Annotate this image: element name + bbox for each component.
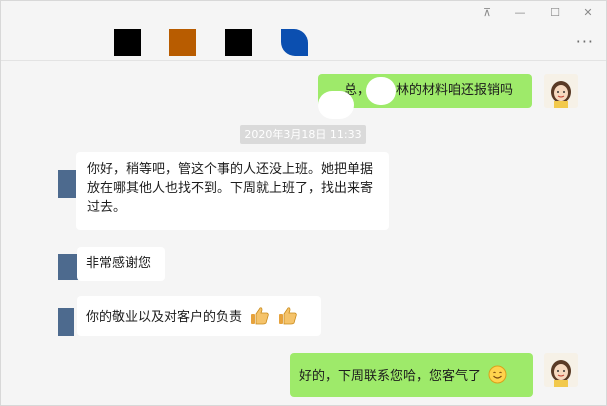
message-bubble-incoming[interactable]: 你的敬业以及对客户的负责 — [77, 296, 321, 336]
message-list[interactable]: 总， 林的材料咱还报销吗 2020年3月18日 11:33 你好，稍等吧，管这个… — [1, 62, 606, 405]
message-text: 你的敬业以及对客户的负责 — [86, 310, 243, 325]
maximize-icon[interactable]: ☐ — [543, 5, 567, 21]
message-text: 你好，稍等吧，管这个事的人还没上班。她把单据放在哪其他人也找不到。下周就上班了，… — [87, 162, 374, 215]
avatar[interactable] — [544, 74, 578, 108]
timestamp: 2020年3月18日 11:33 — [240, 125, 366, 144]
message-bubble-incoming[interactable]: 非常感谢您 — [77, 247, 165, 281]
avatar-girl-icon — [544, 74, 578, 108]
message-bubble-outgoing[interactable]: 总， 林的材料咱还报销吗 — [318, 74, 532, 119]
redacted-name-block — [318, 91, 354, 119]
message-bubble-incoming[interactable]: 你好，稍等吧，管这个事的人还没上班。她把单据放在哪其他人也找不到。下周就上班了，… — [76, 152, 389, 230]
redacted-name-block — [27, 154, 73, 246]
close-icon[interactable]: ✕ — [576, 5, 600, 21]
redacted-name-block — [366, 77, 396, 105]
pin-icon[interactable]: ⊼ — [475, 5, 499, 21]
thumbs-up-icon — [279, 307, 298, 325]
redacted-contact-block — [281, 29, 308, 56]
thumbs-up-icon — [251, 307, 269, 325]
avatar-girl-icon — [544, 353, 578, 387]
redacted-contact-block — [225, 29, 252, 56]
avatar[interactable] — [544, 353, 578, 387]
message-bubble-outgoing[interactable]: 好的，下周联系您哈，您客气了 — [290, 353, 533, 397]
message-text: 林的材料咱还报销吗 — [396, 83, 514, 98]
redacted-contact-block — [169, 29, 196, 56]
redacted-contact-block — [114, 29, 141, 56]
message-text: 好的，下周联系您哈，您客气了 — [299, 369, 482, 384]
title-bar: ⊼ — ☐ ✕ ··· — [1, 1, 606, 61]
avatar[interactable] — [58, 308, 74, 336]
chat-window: ⊼ — ☐ ✕ ··· 总， 林的材料咱还报销吗 2020年3月18日 11:3… — [0, 0, 607, 406]
message-text: 非常感谢您 — [86, 256, 152, 271]
minimize-icon[interactable]: — — [508, 5, 532, 21]
more-options-icon[interactable]: ··· — [576, 34, 594, 50]
smile-icon — [488, 365, 507, 384]
